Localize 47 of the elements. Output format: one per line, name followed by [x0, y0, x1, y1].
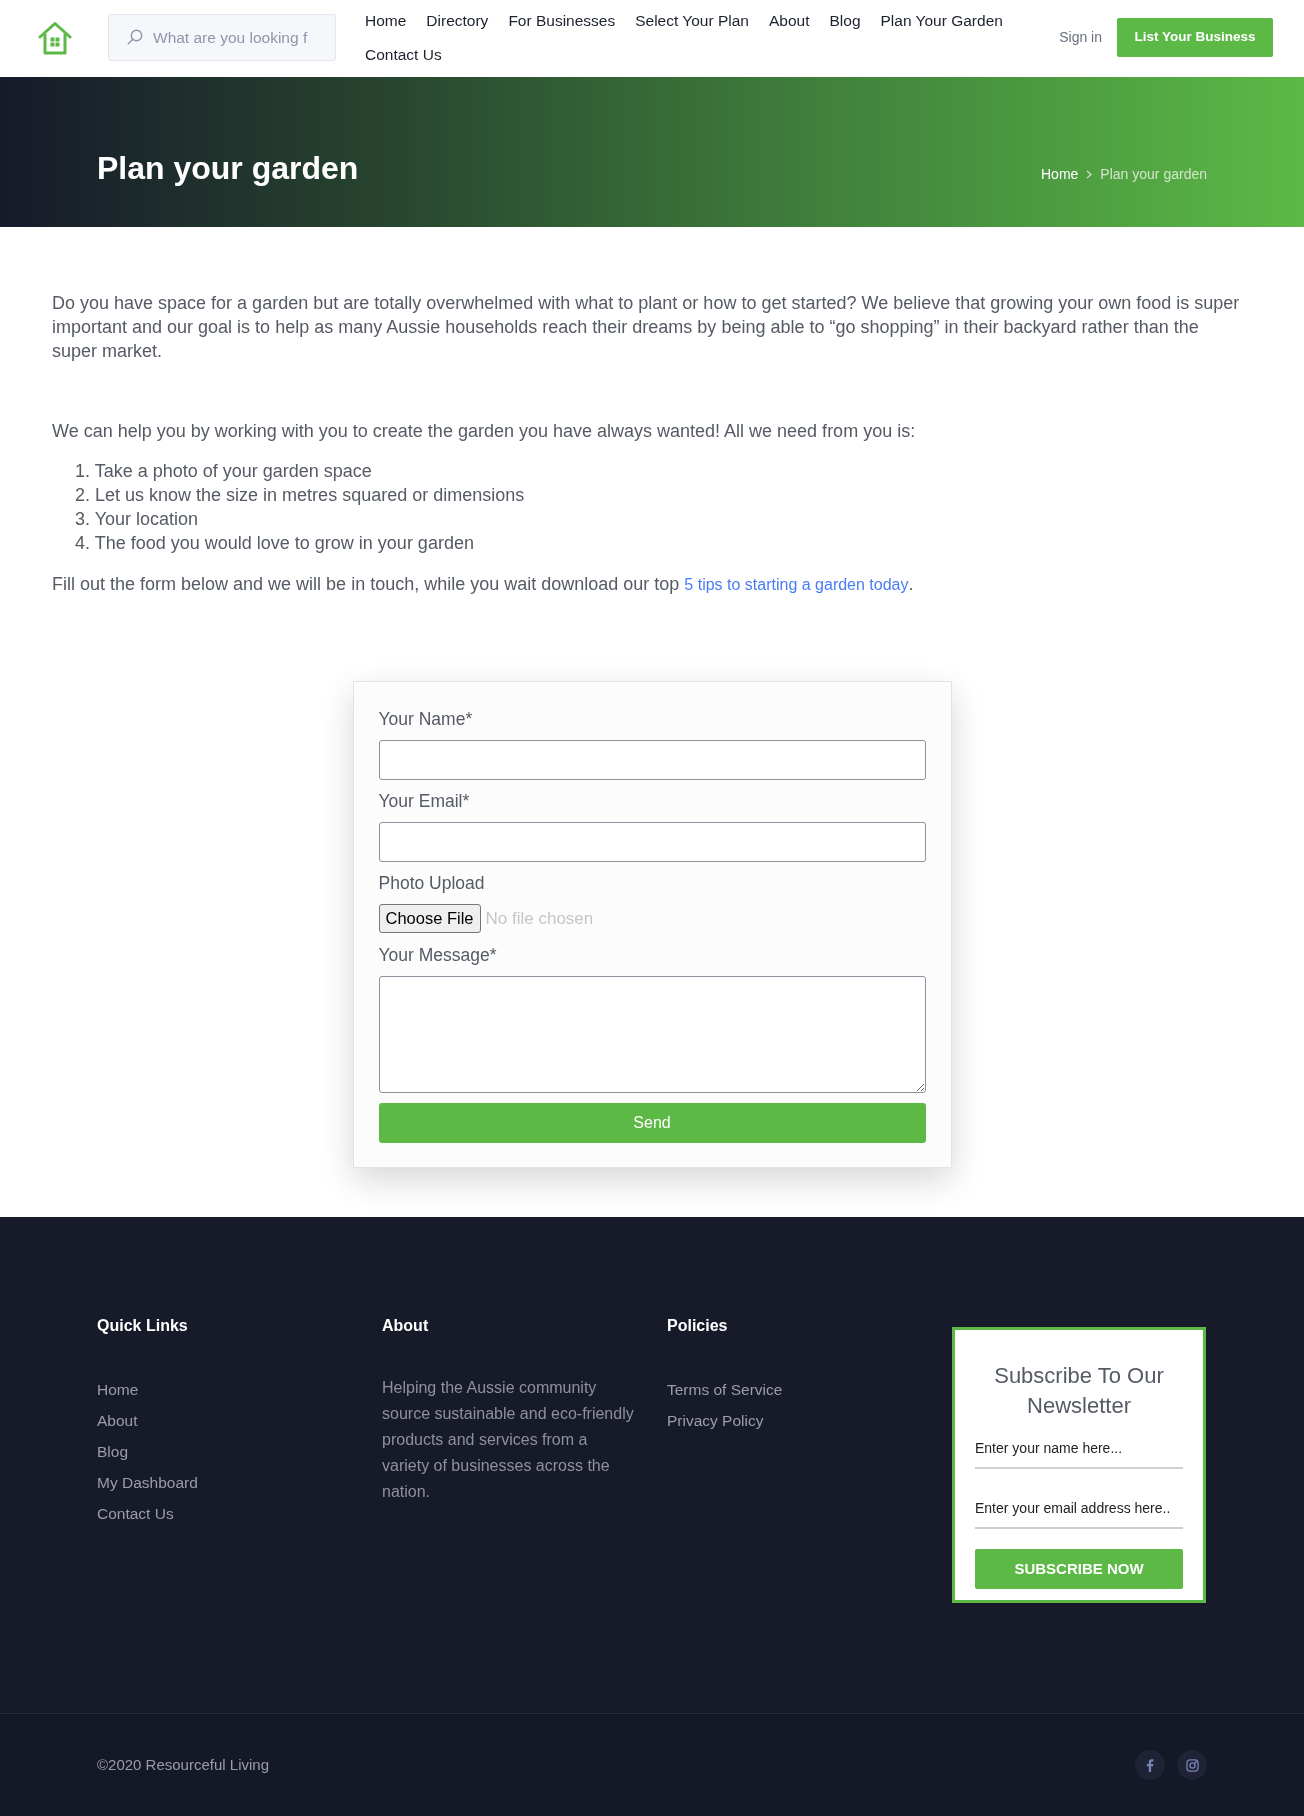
field-label: Your Name* [378, 708, 473, 730]
footer-link[interactable]: Privacy Policy [667, 1410, 764, 1432]
footer-link[interactable]: Blog [97, 1441, 129, 1463]
nav-link[interactable]: Contact Us [365, 43, 442, 67]
footer-link[interactable]: About [97, 1410, 138, 1432]
footer-link[interactable]: Terms of Service [667, 1379, 783, 1401]
step-item: 1. Take a photo of your garden space [75, 460, 372, 483]
field-label: Photo Upload [378, 872, 485, 894]
nav-link[interactable]: Home [365, 9, 407, 33]
field-label: Your Email* [378, 790, 470, 812]
chevron-right-icon [1086, 169, 1093, 179]
sign-in-link[interactable]: Sign in [1059, 27, 1102, 47]
about-text: Helping the Aussie community source sustainable and eco-friendly products and services from a variety of businesses across the nation. [382, 1378, 635, 1502]
breadcrumb-link[interactable]: Home [1041, 165, 1079, 183]
newsletter-title: Subscribe To Our Newsletter [993, 1362, 1165, 1420]
nav-link[interactable]: Select Your Plan [635, 9, 749, 33]
choose-file-button[interactable]: Choose File [378, 904, 481, 933]
intro-paragraph: Do you have space for a garden but are totally overwhelmed with what to plant or how to get started? We believe that growing your own food is super important and our goal is to help as many Aussie households reach their dreams by being able to “go shopping” in their backyard rather than the super market. [52, 292, 1241, 363]
tips-link[interactable]: 5 tips to starting a garden today [684, 576, 909, 593]
search-icon [127, 29, 143, 45]
email-input[interactable] [378, 822, 926, 862]
closing-paragraph: Fill out the form below and we will be in touch, while you wait download our top 5 tips to starting a garden today. [52, 573, 914, 596]
step-item: 3. Your location [75, 508, 199, 531]
instagram-icon[interactable] [1177, 1750, 1207, 1780]
facebook-icon[interactable] [1135, 1750, 1165, 1780]
house-logo-icon[interactable] [38, 21, 72, 55]
step-item: 2. Let us know the size in metres squared or dimensions [75, 484, 525, 507]
footer-heading: Policies [667, 1316, 728, 1336]
nav-link[interactable]: Plan Your Garden [880, 9, 1003, 33]
nav-link[interactable]: For Businesses [508, 9, 616, 33]
footer-link[interactable]: My Dashboard [97, 1472, 198, 1494]
page-title: Plan your garden [97, 149, 359, 187]
copyright-text: ©2020 Resourceful Living [97, 1754, 269, 1775]
footer-link[interactable]: Home [97, 1379, 139, 1401]
nav-link[interactable]: Directory [426, 9, 489, 33]
nav-link[interactable]: About [768, 9, 810, 33]
footer-link[interactable]: Contact Us [97, 1503, 174, 1525]
footer-heading: About [382, 1316, 429, 1336]
message-textarea[interactable] [378, 976, 926, 1093]
breadcrumb-current: Plan your garden [1100, 165, 1207, 183]
nav-link[interactable]: Blog [829, 9, 861, 33]
field-label: Your Message* [378, 944, 497, 966]
intro-paragraph: We can help you by working with you to create the garden you have always wanted! All we need from you is: [52, 420, 917, 443]
footer-heading: Quick Links [97, 1316, 188, 1336]
search-field[interactable]: What are you looking f [108, 14, 336, 61]
step-item: 4. The food you would love to grow in your garden [75, 532, 474, 555]
name-input[interactable] [378, 740, 926, 780]
